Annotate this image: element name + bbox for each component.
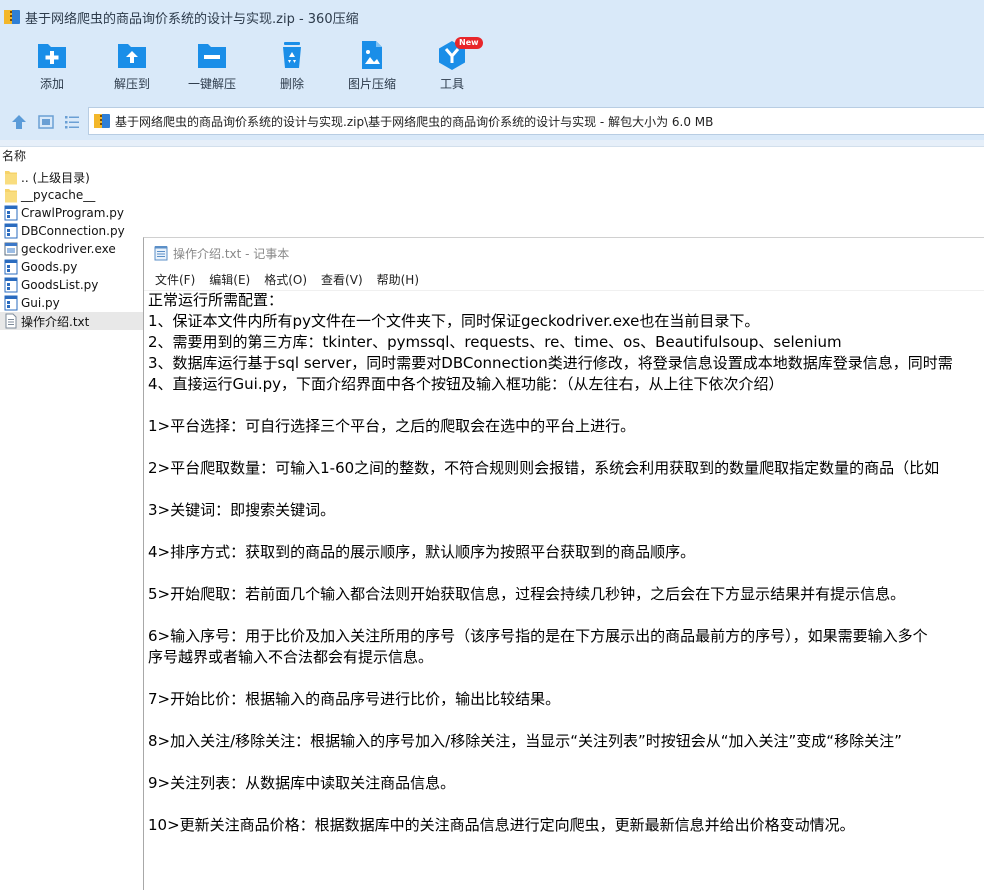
text-line: 3、数据库运行基于sql server，同时需要对DBConnection类进行… xyxy=(148,354,953,372)
delete-label: 删除 xyxy=(279,77,304,91)
text-line xyxy=(148,710,984,731)
zip-archive-icon xyxy=(4,10,20,24)
python-file-icon xyxy=(4,223,18,239)
folder-icon xyxy=(5,171,17,185)
extract-to-button[interactable]: 解压到 xyxy=(92,40,172,92)
add-file-icon xyxy=(38,44,66,68)
delete-button[interactable]: 删除 xyxy=(252,40,332,92)
menu-help[interactable]: 帮助(H) xyxy=(370,269,426,290)
text-file-icon xyxy=(5,313,17,329)
text-line: 8>加入关注/移除关注：根据输入的序号加入/移除关注，当显示“关注列表”时按钮会… xyxy=(148,732,902,750)
path-field[interactable]: 基于网络爬虫的商品询价系统的设计与实现.zip\基于网络爬虫的商品询价系统的设计… xyxy=(88,107,984,135)
text-line: 4>排序方式：获取到的商品的展示顺序，默认顺序为按照平台获取到的商品顺序。 xyxy=(148,543,696,561)
thumbnail-view-icon[interactable] xyxy=(37,113,55,131)
name-column-header[interactable]: 名称 xyxy=(2,147,26,164)
text-line: 4、直接运行Gui.py，下面介绍界面中各个按钮及输入框功能：（从左往右，从上往… xyxy=(148,375,784,393)
python-file-icon xyxy=(4,259,18,275)
extract-to-icon xyxy=(118,44,146,68)
text-line xyxy=(148,794,984,815)
tools-button[interactable]: New 工具 xyxy=(412,37,492,92)
menu-edit[interactable]: 编辑(E) xyxy=(202,269,257,290)
text-line xyxy=(148,605,984,626)
file-item-goodslist[interactable]: GoodsList.py xyxy=(0,276,144,294)
file-item-parent-dir[interactable]: .. (上级目录) xyxy=(0,168,144,186)
file-item-crawlprogram[interactable]: CrawlProgram.py xyxy=(0,204,144,222)
notepad-window: 操作介绍.txt - 记事本 文件(F) 编辑(E) 格式(O) 查看(V) 帮… xyxy=(143,237,984,890)
file-name: geckodriver.exe xyxy=(21,242,116,256)
add-button[interactable]: 添加 xyxy=(12,40,92,92)
file-list: .. (上级目录) __pycache__ CrawlProgram.py DB… xyxy=(0,168,144,330)
text-line: 1>平台选择：可自行选择三个平台，之后的爬取会在选中的平台上进行。 xyxy=(148,417,636,435)
path-text: 基于网络爬虫的商品询价系统的设计与实现.zip\基于网络爬虫的商品询价系统的设计… xyxy=(115,114,714,129)
text-line: 2、需要用到的第三方库：tkinter、pymssql、requests、re、… xyxy=(148,333,842,351)
recycle-bin-icon xyxy=(283,42,301,68)
compress-app-window: 基于网络爬虫的商品询价系统的设计与实现.zip - 360压缩 添加 解压到 一… xyxy=(0,0,984,890)
file-item-dbconnection[interactable]: DBConnection.py xyxy=(0,222,144,240)
file-item-instructions-txt[interactable]: 操作介绍.txt xyxy=(0,312,144,330)
file-item-gui[interactable]: Gui.py xyxy=(0,294,144,312)
file-name: CrawlProgram.py xyxy=(21,206,124,220)
folder-icon xyxy=(5,189,17,203)
add-label: 添加 xyxy=(39,77,64,91)
extract-to-label: 解压到 xyxy=(113,77,150,91)
file-item-pycache[interactable]: __pycache__ xyxy=(0,186,144,204)
text-line xyxy=(148,563,984,584)
toolbar: 添加 解压到 一键解压 删除 图片压缩 New 工具 xyxy=(0,34,984,102)
notepad-menu-bar: 文件(F) 编辑(E) 格式(O) 查看(V) 帮助(H) xyxy=(144,268,984,291)
python-file-icon xyxy=(4,295,18,311)
title-bar: 基于网络爬虫的商品询价系统的设计与实现.zip - 360压缩 xyxy=(0,0,984,34)
notepad-icon xyxy=(154,246,168,261)
file-name: __pycache__ xyxy=(21,188,96,202)
column-header-strip xyxy=(0,140,984,147)
notepad-title-bar[interactable]: 操作介绍.txt - 记事本 xyxy=(144,238,984,268)
text-line: 9>关注列表：从数据库中读取关注商品信息。 xyxy=(148,774,456,792)
notepad-title: 操作介绍.txt - 记事本 xyxy=(173,246,290,261)
file-name: Gui.py xyxy=(21,296,60,310)
one-click-extract-button[interactable]: 一键解压 xyxy=(172,40,252,92)
file-name: .. (上级目录) xyxy=(21,170,90,185)
text-line: 正常运行所需配置： xyxy=(148,291,284,309)
zip-archive-icon xyxy=(94,114,110,128)
executable-file-icon xyxy=(4,242,18,256)
file-name: 操作介绍.txt xyxy=(21,314,90,329)
text-line xyxy=(148,521,984,542)
up-arrow-icon[interactable] xyxy=(10,113,28,131)
list-view-icon[interactable] xyxy=(63,113,81,131)
window-title: 基于网络爬虫的商品询价系统的设计与实现.zip - 360压缩 xyxy=(25,11,359,27)
file-name: Goods.py xyxy=(21,260,78,274)
text-line xyxy=(148,395,984,416)
file-item-goods[interactable]: Goods.py xyxy=(0,258,144,276)
text-line xyxy=(148,668,984,689)
python-file-icon xyxy=(4,277,18,293)
one-click-extract-icon xyxy=(198,44,226,68)
file-name: GoodsList.py xyxy=(21,278,99,292)
text-line: 2>平台爬取数量：可输入1-60之间的整数，不符合规则则会报错，系统会利用获取到… xyxy=(148,459,940,477)
file-item-geckodriver[interactable]: geckodriver.exe xyxy=(0,240,144,258)
image-compress-label: 图片压缩 xyxy=(347,77,396,91)
text-line: 6>输入序号：用于比价及加入关注所用的序号（该序号指的是在下方展示出的商品最前方… xyxy=(148,627,928,645)
text-line xyxy=(148,752,984,773)
menu-format[interactable]: 格式(O) xyxy=(257,269,314,290)
text-line: 1、保证本文件内所有py文件在一个文件夹下，同时保证geckodriver.ex… xyxy=(148,312,760,330)
menu-view[interactable]: 查看(V) xyxy=(314,269,370,290)
notepad-text-area[interactable]: 正常运行所需配置： 1、保证本文件内所有py文件在一个文件夹下，同时保证geck… xyxy=(148,290,984,890)
text-line: 10>更新关注商品价格：根据数据库中的关注商品信息进行定向爬虫，更新最新信息并给… xyxy=(148,816,855,834)
file-name: DBConnection.py xyxy=(21,224,125,238)
menu-file[interactable]: 文件(F) xyxy=(148,269,202,290)
image-compress-button[interactable]: 图片压缩 xyxy=(332,40,412,92)
text-line xyxy=(148,437,984,458)
text-line xyxy=(148,479,984,500)
python-file-icon xyxy=(4,205,18,221)
text-line: 7>开始比价：根据输入的商品序号进行比价，输出比较结果。 xyxy=(148,690,561,708)
text-line: 序号越界或者输入不合法都会有提示信息。 xyxy=(148,648,434,666)
text-line: 3>关键词：即搜索关键词。 xyxy=(148,501,336,519)
one-click-extract-label: 一键解压 xyxy=(187,77,236,91)
text-line: 5>开始爬取：若前面几个输入都合法则开始获取信息，过程会持续几秒钟，之后会在下方… xyxy=(148,585,906,603)
tools-label: 工具 xyxy=(439,77,464,91)
image-compress-icon xyxy=(362,41,382,69)
new-badge: New xyxy=(455,37,483,49)
address-bar: 基于网络爬虫的商品询价系统的设计与实现.zip\基于网络爬虫的商品询价系统的设计… xyxy=(0,102,984,140)
